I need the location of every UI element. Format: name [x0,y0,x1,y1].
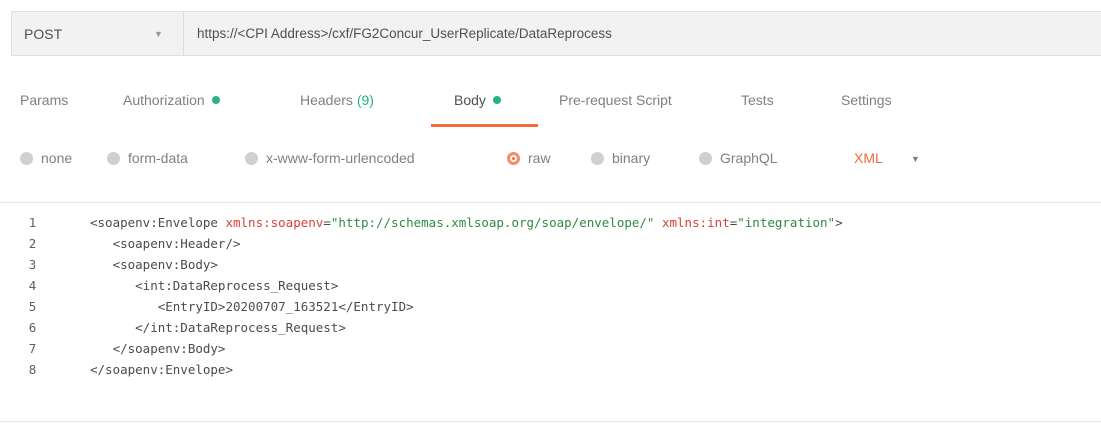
radio-icon [591,151,604,165]
code-token: xmlns:int [661,215,730,230]
status-dot-icon [211,96,220,104]
url-input[interactable]: https://<CPI Address>/cxf/FG2Concur_User… [184,26,612,41]
url-bar: POST ▼ https://<CPI Address>/cxf/FG2Conc… [11,11,1101,56]
code-token: 20200707_163521 [225,299,339,314]
code-line: 4 <int:DataReprocess_Request> [0,275,1101,296]
code-token: </soapenv:Envelope> [90,362,233,377]
code-token: "http://schemas.xmlsoap.org/soap/envelop… [330,215,655,230]
tab-label: Tests [741,92,774,108]
code-text[interactable]: <soapenv:Header/> [90,233,241,254]
body-type-binary[interactable]: binary [591,150,650,166]
method-select[interactable]: POST ▼ [12,12,184,55]
tab-tests[interactable]: Tests [741,92,774,128]
code-line: 6 </int:DataReprocess_Request> [0,317,1101,338]
line-number: 5 [28,299,37,314]
body-type-label: raw [528,150,551,166]
status-dot-icon [492,96,501,104]
tab-label: Settings [841,92,892,108]
tab-label: Authorization [123,92,205,108]
body-type-raw[interactable]: raw [507,150,551,166]
line-number: 2 [28,236,37,251]
line-number: 7 [28,341,37,356]
body-type-form-data[interactable]: form-data [107,150,188,166]
code-text[interactable]: <int:DataReprocess_Request> [90,275,338,296]
tab-headers[interactable]: Headers (9) [300,92,374,128]
code-token: = [323,215,331,230]
code-text[interactable]: </soapenv:Envelope> [90,359,233,380]
line-number: 4 [28,278,37,293]
code-text[interactable]: </soapenv:Body> [90,338,226,359]
chevron-down-icon[interactable]: ▼ [911,154,920,164]
tab-label: Body [454,92,486,108]
language-select[interactable]: XML [854,150,883,166]
radio-icon [20,151,33,165]
radio-icon [699,151,712,165]
body-type-urlencoded[interactable]: x-www-form-urlencoded [245,150,415,166]
code-token: <int:DataReprocess_Request> [90,278,339,293]
line-number: 6 [28,320,37,335]
chevron-down-icon: ▼ [154,29,163,39]
code-token: </soapenv:Body> [90,341,226,356]
method-label: POST [24,25,63,42]
code-line: 3 <soapenv:Body> [0,254,1101,275]
code-line: 8 </soapenv:Envelope> [0,359,1101,380]
body-type-none[interactable]: none [20,150,72,166]
code-token: > [835,215,843,230]
body-type-label: binary [612,150,651,166]
code-token: <soapenv:Body> [90,257,218,272]
code-line: 2 <soapenv:Header/> [0,233,1101,254]
tab-params[interactable]: Params [20,92,68,128]
tab-body[interactable]: Body [454,92,501,128]
code-token: </EntryID> [338,299,414,314]
code-editor[interactable]: 1 <soapenv:Envelope xmlns:soapenv="http:… [0,202,1101,422]
body-type-label: GraphQL [720,150,778,166]
tab-label: Headers [300,92,353,108]
code-line: 7 </soapenv:Body> [0,338,1101,359]
tab-label: Params [20,92,69,108]
code-token: <EntryID> [90,299,226,314]
code-token: <soapenv:Envelope [90,215,226,230]
code-token: xmlns:soapenv [225,215,324,230]
code-text[interactable]: <soapenv:Envelope xmlns:soapenv="http://… [90,212,843,233]
code-text[interactable]: </int:DataReprocess_Request> [90,317,346,338]
line-number: 1 [28,215,37,230]
code-line: 5 <EntryID>20200707_163521</EntryID> [0,296,1101,317]
line-number: 8 [28,362,37,377]
radio-icon [245,151,258,165]
body-type-label: none [41,150,73,166]
code-token: "integration" [737,215,836,230]
code-token: </int:DataReprocess_Request> [90,320,346,335]
radio-selected-icon [507,151,520,165]
active-tab-indicator [431,124,538,127]
code-text[interactable]: <EntryID>20200707_163521</EntryID> [90,296,414,317]
radio-icon [107,151,120,165]
body-type-label: x-www-form-urlencoded [266,150,415,166]
tab-settings[interactable]: Settings [841,92,892,128]
code-text[interactable]: <soapenv:Body> [90,254,218,275]
tab-authorization[interactable]: Authorization [123,92,220,128]
code-token: <soapenv:Header/> [90,236,241,251]
code-line: 1 <soapenv:Envelope xmlns:soapenv="http:… [0,212,1101,233]
line-number: 3 [28,257,37,272]
tab-pre-request-script[interactable]: Pre-request Script [559,92,672,128]
headers-count: (9) [356,92,374,108]
tab-label: Pre-request Script [559,92,672,108]
body-type-label: form-data [128,150,188,166]
body-type-graphql[interactable]: GraphQL [699,150,778,166]
